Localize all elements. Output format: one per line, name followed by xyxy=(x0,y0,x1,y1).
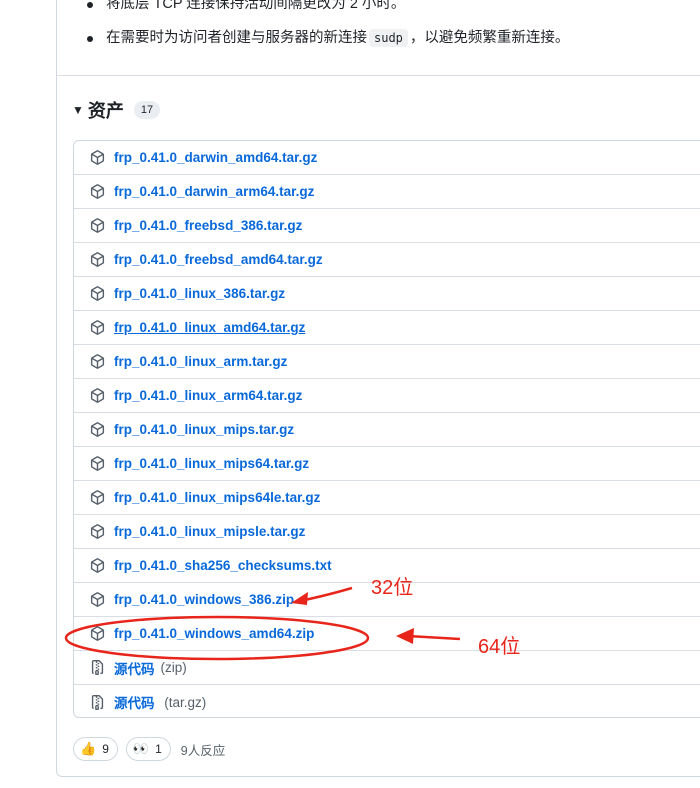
asset-download-link[interactable]: frp_0.41.0_darwin_amd64.tar.gz xyxy=(114,150,317,165)
reaction-eyes-button[interactable]: 👀 1 xyxy=(125,737,171,761)
asset-row: frp_0.41.0_linux_mips64.tar.gz xyxy=(74,447,700,481)
package-icon xyxy=(90,184,105,199)
package-icon xyxy=(90,388,105,403)
asset-row: frp_0.41.0_linux_arm64.tar.gz xyxy=(74,379,700,413)
source-code-format: (tar.gz) xyxy=(160,694,207,710)
reaction-count: 1 xyxy=(155,742,162,756)
inline-code: sudp xyxy=(369,29,408,47)
asset-download-link[interactable]: frp_0.41.0_linux_amd64.tar.gz xyxy=(114,320,305,335)
asset-row: frp_0.41.0_freebsd_amd64.tar.gz xyxy=(74,243,700,277)
asset-download-link[interactable]: frp_0.41.0_linux_arm64.tar.gz xyxy=(114,388,302,403)
annotation-label-64: 64位 xyxy=(478,636,521,658)
triangle-down-icon: ▼ xyxy=(72,103,84,117)
asset-download-link[interactable]: frp_0.41.0_freebsd_amd64.tar.gz xyxy=(114,252,323,267)
asset-download-link[interactable]: frp_0.41.0_linux_mips64le.tar.gz xyxy=(114,490,320,505)
asset-row: frp_0.41.0_linux_mips.tar.gz xyxy=(74,413,700,447)
package-icon xyxy=(90,320,105,335)
asset-row: frp_0.41.0_linux_mips64le.tar.gz xyxy=(74,481,700,515)
assets-list: frp_0.41.0_darwin_amd64.tar.gz frp_0.41.0… xyxy=(73,140,700,718)
assets-title: 资产 xyxy=(87,101,124,121)
reaction-count: 9 xyxy=(102,742,109,756)
thumbs-up-icon: 👍 xyxy=(80,741,97,757)
source-code-format: (zip) xyxy=(160,660,187,675)
source-code-link[interactable]: 源代码 xyxy=(114,692,155,712)
asset-row: frp_0.41.0_linux_mipsle.tar.gz xyxy=(74,515,700,549)
package-icon xyxy=(90,558,105,573)
package-icon xyxy=(90,524,105,539)
package-icon xyxy=(90,150,105,165)
file-zip-icon xyxy=(91,694,104,710)
reactions-summary: 9人反应 xyxy=(180,743,226,758)
asset-row: frp_0.41.0_darwin_arm64.tar.gz xyxy=(74,175,700,209)
annotation-label-32: 32位 xyxy=(371,577,414,599)
assets-toggle[interactable]: ▼ 资产 17 xyxy=(72,96,161,124)
package-icon xyxy=(90,252,105,267)
asset-download-link[interactable]: frp_0.41.0_windows_386.zip xyxy=(114,592,294,607)
release-note-item: 将底层 TCP 连接保持活动间隔更改为 2 小时。 xyxy=(86,0,696,26)
asset-download-link[interactable]: frp_0.41.0_linux_mips64.tar.gz xyxy=(114,456,309,471)
asset-download-link[interactable]: frp_0.41.0_windows_amd64.zip xyxy=(114,626,314,641)
package-icon xyxy=(90,354,105,369)
asset-row: frp_0.41.0_windows_amd64.zip xyxy=(74,617,700,651)
package-icon xyxy=(90,626,105,641)
eyes-icon: 👀 xyxy=(132,741,150,757)
reaction-thumbs-up-button[interactable]: 👍 9 xyxy=(73,737,118,761)
package-icon xyxy=(90,592,105,607)
package-icon xyxy=(90,286,105,301)
package-icon xyxy=(90,422,105,437)
package-icon xyxy=(90,490,105,505)
asset-download-link[interactable]: frp_0.41.0_sha256_checksums.txt xyxy=(114,558,332,573)
asset-row: frp_0.41.0_freebsd_386.tar.gz xyxy=(74,209,700,243)
asset-row: frp_0.41.0_darwin_amd64.tar.gz xyxy=(74,141,700,175)
source-code-link[interactable]: 源代码 xyxy=(114,658,155,678)
release-note-item: 在需要时为访问者创建与服务器的新连接 sudp ，以避免频繁重新连接。 xyxy=(86,26,696,60)
package-icon xyxy=(90,218,105,233)
release-notes-list: 将底层 TCP 连接保持活动间隔更改为 2 小时。 在需要时为访问者创建与服务器… xyxy=(86,0,696,60)
section-divider xyxy=(57,75,700,76)
package-icon xyxy=(90,456,105,471)
asset-row: frp_0.41.0_linux_386.tar.gz xyxy=(74,277,700,311)
asset-download-link[interactable]: frp_0.41.0_linux_386.tar.gz xyxy=(114,286,285,301)
asset-download-link[interactable]: frp_0.41.0_linux_mips.tar.gz xyxy=(114,422,294,437)
reactions-bar: 👍 9 👀 1 9人反应 xyxy=(73,736,225,762)
source-code-row: 源代码 (zip) xyxy=(74,651,700,685)
asset-download-link[interactable]: frp_0.41.0_linux_arm.tar.gz xyxy=(114,354,287,369)
asset-download-link[interactable]: frp_0.41.0_freebsd_386.tar.gz xyxy=(114,218,302,233)
asset-row: frp_0.41.0_linux_arm.tar.gz xyxy=(74,345,700,379)
asset-download-link[interactable]: frp_0.41.0_darwin_arm64.tar.gz xyxy=(114,184,314,199)
asset-download-link[interactable]: frp_0.41.0_linux_mipsle.tar.gz xyxy=(114,524,305,539)
asset-row: frp_0.41.0_linux_amd64.tar.gz xyxy=(74,311,700,345)
source-code-row: 源代码 (tar.gz) xyxy=(74,685,700,717)
assets-count-badge: 17 xyxy=(133,101,161,119)
file-zip-icon xyxy=(91,660,104,675)
